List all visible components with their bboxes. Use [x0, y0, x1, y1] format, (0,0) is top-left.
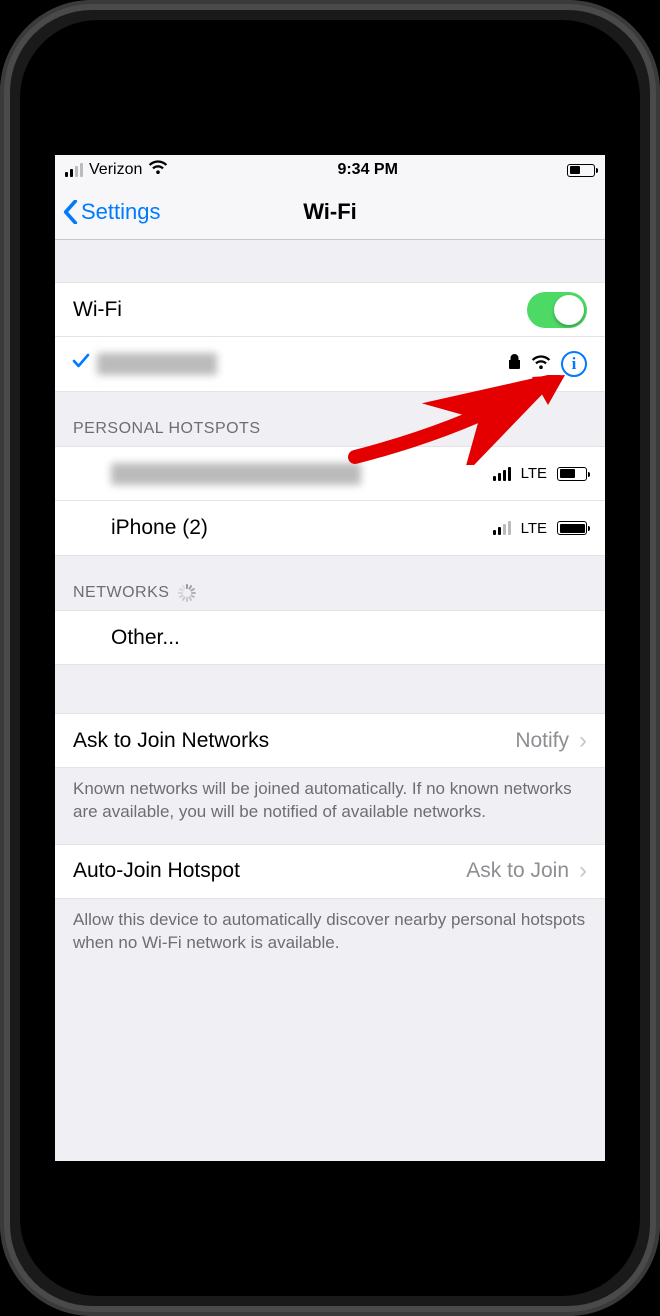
- ask-to-join-row[interactable]: Ask to Join Networks Notify ›: [55, 713, 605, 768]
- ask-to-join-value: Notify: [515, 729, 569, 753]
- networks-section-header: NETWORKS: [55, 556, 605, 610]
- hotspot-conn-label: LTE: [521, 520, 547, 537]
- hotspot-row[interactable]: LTE: [55, 446, 605, 501]
- lock-icon: [508, 352, 521, 376]
- hotspot-battery-icon: [557, 521, 587, 535]
- hotspots-section-header: PERSONAL HOTSPOTS: [55, 392, 605, 446]
- wifi-icon: [148, 160, 168, 180]
- hotspot-battery-icon: [557, 467, 587, 481]
- status-bar: Verizon 9:34 PM: [55, 155, 605, 185]
- screen: Verizon 9:34 PM Settings Wi-Fi: [55, 155, 605, 1161]
- battery-icon: [567, 164, 595, 177]
- ask-to-join-footer: Known networks will be joined automatica…: [55, 768, 605, 844]
- phone-frame: Verizon 9:34 PM Settings Wi-Fi: [0, 0, 660, 1316]
- wifi-toggle-row[interactable]: Wi-Fi: [55, 282, 605, 337]
- connected-network-row[interactable]: i: [55, 337, 605, 392]
- info-icon[interactable]: i: [561, 351, 587, 377]
- cell-signal-icon: [65, 163, 83, 177]
- chevron-right-icon: ›: [579, 857, 587, 885]
- hotspot-name: [111, 463, 361, 485]
- hotspot-conn-label: LTE: [521, 465, 547, 482]
- auto-join-row[interactable]: Auto-Join Hotspot Ask to Join ›: [55, 844, 605, 899]
- hotspot-row[interactable]: iPhone (2) LTE: [55, 501, 605, 556]
- chevron-left-icon: [63, 200, 78, 224]
- wifi-strength-icon: [531, 352, 551, 376]
- auto-join-value: Ask to Join: [466, 859, 569, 883]
- phone-bezel: Verizon 9:34 PM Settings Wi-Fi: [20, 20, 640, 1296]
- other-label: Other...: [111, 626, 180, 650]
- hotspot-name: iPhone (2): [111, 516, 208, 540]
- hotspot-signal-icon: [493, 467, 511, 481]
- wifi-toggle-label: Wi-Fi: [73, 298, 122, 322]
- auto-join-footer: Allow this device to automatically disco…: [55, 899, 605, 975]
- hotspot-signal-icon: [493, 521, 511, 535]
- back-label: Settings: [81, 199, 161, 225]
- checkmark-icon: [71, 351, 91, 377]
- auto-join-label: Auto-Join Hotspot: [73, 859, 240, 883]
- connected-network-name: [97, 353, 217, 375]
- spinner-icon: [177, 584, 195, 602]
- nav-bar: Settings Wi-Fi: [55, 185, 605, 240]
- ask-to-join-label: Ask to Join Networks: [73, 729, 269, 753]
- chevron-right-icon: ›: [579, 727, 587, 755]
- wifi-switch[interactable]: [527, 292, 587, 328]
- clock: 9:34 PM: [337, 161, 397, 179]
- other-network-row[interactable]: Other...: [55, 610, 605, 665]
- carrier-label: Verizon: [89, 161, 142, 179]
- back-button[interactable]: Settings: [63, 199, 161, 225]
